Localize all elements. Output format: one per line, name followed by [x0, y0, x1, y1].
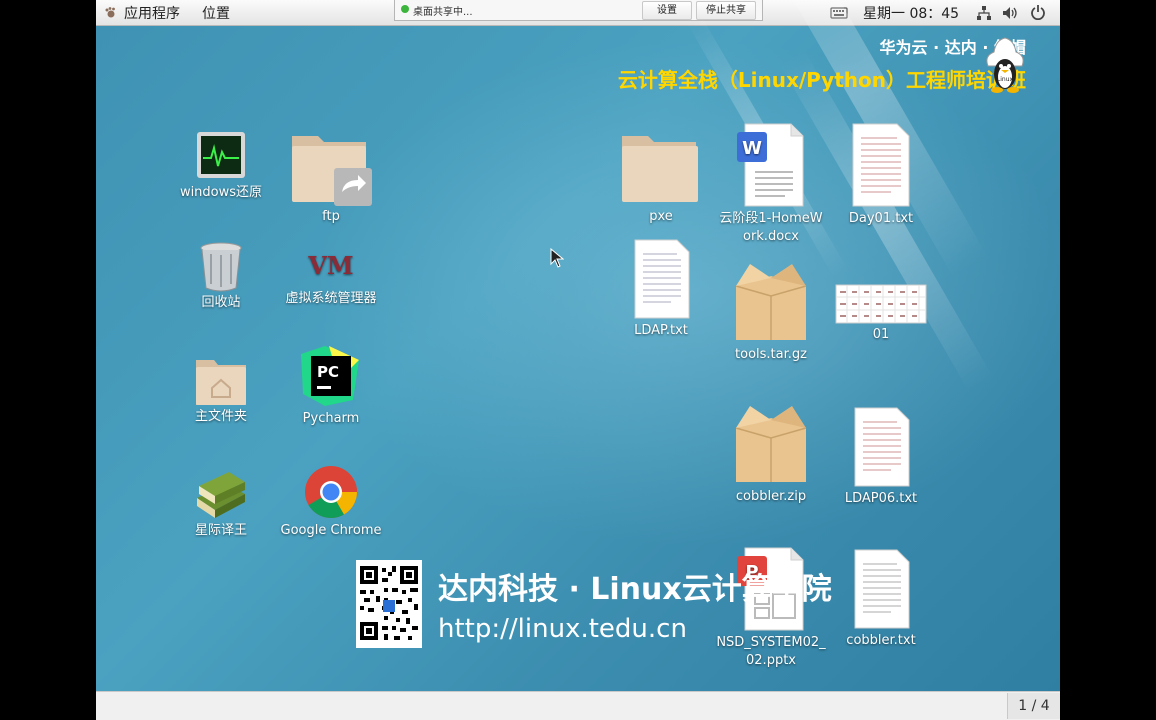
banner-partners: 华为云 · 达内 · 红帽 — [879, 38, 1026, 57]
desktop-icon-trash[interactable]: 回收站 — [166, 240, 276, 312]
watermark-url: http://linux.tedu.cn — [438, 614, 687, 644]
bottom-panel: 1 / 4 — [96, 691, 1060, 720]
desktop-icon-virt-manager[interactable]: VM 虚拟系统管理器 — [276, 244, 386, 308]
icon-label: ftp — [322, 209, 340, 224]
desktop-icon-01[interactable]: 01 — [826, 284, 936, 344]
desktop[interactable]: 华为云 · 达内 · 红帽 云计算全栈（Linux/Python）工程师培训班 … — [96, 0, 1060, 691]
archive-box-icon — [735, 406, 807, 482]
stop-sharing-button[interactable]: 停止共享 — [696, 1, 756, 20]
applications-menu[interactable]: 应用程序 — [124, 3, 180, 23]
docx-badge: W — [742, 138, 762, 159]
icon-label: LDAP06.txt — [844, 491, 918, 506]
system-monitor-icon — [197, 132, 245, 178]
folder-icon — [622, 136, 698, 202]
desktop-icon-pycharm[interactable]: PC Pycharm — [276, 344, 386, 428]
icon-label: 01 — [872, 327, 890, 342]
folder-link-icon — [292, 136, 372, 206]
pycharm-icon: PC — [301, 346, 359, 406]
books-icon — [197, 472, 245, 518]
icon-label: Day01.txt — [848, 211, 914, 226]
vm-logo-text: VM — [307, 251, 353, 280]
desktop-icon-pxe[interactable]: pxe — [606, 126, 716, 226]
desktop-icon-homework-docx[interactable]: W 云阶段1-HomeWork.docx — [716, 122, 826, 246]
screen: 应用程序 位置 桌面共享中... 设置 停止共享 星期一 08：45 华为云 ·… — [96, 0, 1060, 720]
desktop-icon-windows-restore[interactable]: windows还原 — [166, 130, 276, 202]
linux-penguin-logo: Linux — [986, 37, 1024, 93]
clock[interactable]: 星期一 08：45 — [863, 3, 959, 23]
share-status-dot-icon — [401, 5, 409, 13]
desktop-icon-home[interactable]: 主文件夹 — [166, 354, 276, 426]
desktop-icon-ftp[interactable]: ftp — [276, 126, 386, 226]
desktop-icon-google-chrome[interactable]: Google Chrome — [276, 464, 386, 540]
top-panel: 应用程序 位置 桌面共享中... 设置 停止共享 星期一 08：45 — [96, 0, 1060, 26]
banner-course-title: 云计算全栈（Linux/Python）工程师培训班 — [617, 68, 1026, 92]
desktop-icon-cobbler-zip[interactable]: cobbler.zip — [716, 402, 826, 506]
desktop-icon-day01-txt[interactable]: Day01.txt — [826, 122, 936, 228]
watermark: 达内科技 · Linux云计算学院 http://linux.tedu.cn — [356, 560, 916, 652]
gnome-foot-icon — [105, 7, 115, 18]
places-menu[interactable]: 位置 — [202, 3, 230, 23]
pycharm-logo-text: PC — [317, 363, 339, 381]
training-banner: 华为云 · 达内 · 红帽 云计算全栈（Linux/Python）工程师培训班 — [618, 34, 1026, 93]
qr-code-icon — [356, 560, 422, 648]
home-folder-icon — [196, 360, 246, 405]
icon-label: 星际译王 — [194, 523, 247, 538]
share-status-text: 桌面共享中... — [413, 7, 473, 18]
workspace-switcher[interactable]: 1 / 4 — [1007, 693, 1060, 719]
icon-label: 云阶段1-HomeWork.docx — [719, 211, 823, 244]
network-icon[interactable] — [976, 5, 992, 21]
watermark-title: 达内科技 · Linux云计算学院 — [438, 572, 832, 607]
archive-box-icon — [735, 264, 807, 340]
icon-label: LDAP.txt — [634, 323, 688, 338]
penguin-text: Linux — [997, 76, 1014, 83]
icon-label: pxe — [649, 209, 673, 224]
desktop-icon-ldap06-txt[interactable]: LDAP06.txt — [826, 406, 936, 508]
icon-label: 主文件夹 — [194, 409, 247, 424]
volume-icon[interactable] — [1002, 5, 1019, 21]
spreadsheet-thumbnail-icon — [835, 284, 927, 324]
text-file-icon — [634, 239, 690, 319]
word-document-icon: W — [737, 123, 804, 207]
icon-label: Pycharm — [302, 411, 360, 426]
desktop-icon-ldap-txt[interactable]: LDAP.txt — [606, 238, 716, 340]
desktop-share-bar: 桌面共享中... 设置 停止共享 — [394, 0, 763, 21]
icon-label: 虚拟系统管理器 — [285, 291, 377, 306]
text-file-icon — [854, 407, 910, 487]
desktop-icon-tools-tar-gz[interactable]: tools.tar.gz — [716, 260, 826, 364]
icon-label: Google Chrome — [280, 523, 382, 538]
text-file-icon — [852, 123, 910, 207]
icon-label: windows还原 — [179, 185, 263, 200]
icon-label: 回收站 — [201, 295, 241, 310]
icon-label: cobbler.zip — [735, 489, 807, 504]
virt-manager-icon: VM — [307, 251, 353, 280]
power-icon[interactable] — [1030, 4, 1046, 20]
desktop-icon-star-translator[interactable]: 星际译王 — [166, 464, 276, 540]
icon-label: tools.tar.gz — [735, 347, 807, 362]
trash-icon — [200, 242, 242, 292]
mouse-pointer-icon — [550, 248, 564, 268]
chrome-icon — [305, 466, 357, 518]
